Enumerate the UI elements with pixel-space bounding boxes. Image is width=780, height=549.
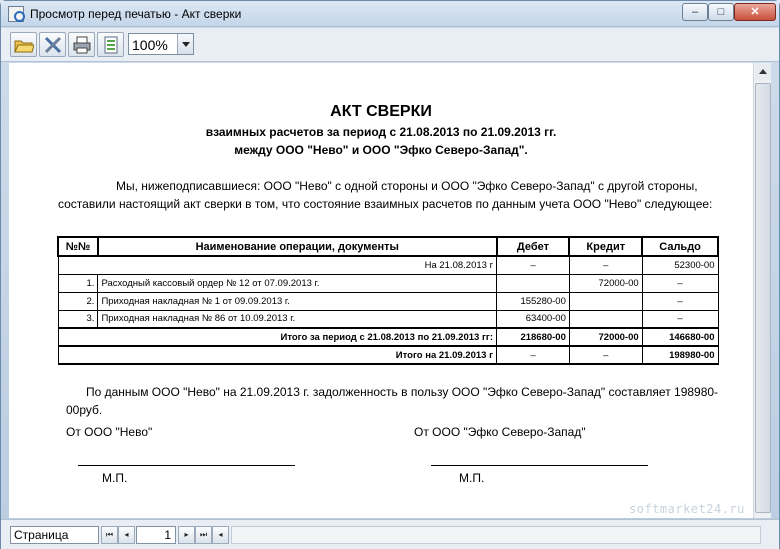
preview-app-icon <box>8 6 25 22</box>
chevron-down-icon[interactable] <box>177 34 193 54</box>
export-icon <box>104 36 118 54</box>
horizontal-scrollbar[interactable] <box>231 526 761 544</box>
signature-line-left <box>78 465 295 466</box>
toolbar: 100% <box>1 28 779 62</box>
signature-line-right <box>431 465 648 466</box>
closing-label: Итого на 21.09.2013 г <box>57 345 498 365</box>
col-header-debit: Дебет <box>495 236 571 257</box>
next-page-button[interactable]: ▸ <box>178 526 195 544</box>
document: АКТ СВЕРКИ взаимных расчетов за период с… <box>9 63 753 518</box>
opening-balance-row: На 21.08.2013 г – – 52300-00 <box>57 255 719 275</box>
closing-debit: – <box>496 345 570 365</box>
maximize-button[interactable]: □ <box>708 3 734 21</box>
preview-page[interactable]: АКТ СВЕРКИ взаимных расчетов за период с… <box>9 63 753 518</box>
zoom-select[interactable]: 100% <box>128 33 194 55</box>
row-balance: – <box>641 273 719 293</box>
printer-icon <box>73 36 91 54</box>
row-operation: Приходная накладная № 86 от 10.09.2013 г… <box>97 309 498 329</box>
stamp-place-left: М.П. <box>102 471 128 485</box>
prev-page-button[interactable]: ◂ <box>118 526 135 544</box>
doc-title: АКТ СВЕРКИ <box>330 103 432 120</box>
first-page-button[interactable]: ⏮ <box>101 526 118 544</box>
col-header-operation: Наименование операции, документы <box>96 236 498 257</box>
row-num: 3. <box>57 309 99 329</box>
period-total-credit: 72000-00 <box>568 327 643 347</box>
stamp-place-right: М.П. <box>459 471 485 485</box>
opening-debit: – <box>496 255 570 275</box>
closing-credit: – <box>568 345 643 365</box>
opening-balance: 52300-00 <box>641 255 719 275</box>
minimize-button[interactable]: – <box>682 3 708 21</box>
scroll-left-button[interactable]: ◂ <box>212 526 229 544</box>
tools-icon <box>44 36 62 54</box>
tools-button[interactable] <box>39 32 66 57</box>
table-header: №№ Наименование операции, документы Дебе… <box>57 236 719 257</box>
scroll-thumb[interactable] <box>755 83 771 513</box>
row-credit: 72000-00 <box>568 273 643 293</box>
row-balance: – <box>641 309 719 329</box>
last-page-button[interactable]: ⏭ <box>195 526 212 544</box>
row-debit <box>496 273 570 293</box>
table-row: 3. Приходная накладная № 86 от 10.09.201… <box>57 309 719 329</box>
close-button[interactable]: ✕ <box>734 3 776 21</box>
col-header-num: №№ <box>57 236 99 257</box>
open-button[interactable] <box>10 32 37 57</box>
doc-intro: Мы, нижеподписавшиеся: ООО "Нево" с одно… <box>58 179 713 211</box>
page-number-input[interactable]: 1 <box>136 526 176 544</box>
opening-credit: – <box>568 255 643 275</box>
period-total-debit: 218680-00 <box>496 327 570 347</box>
reconciliation-table: №№ Наименование операции, документы Дебе… <box>57 236 719 365</box>
table-row: 1. Расходный кассовый ордер № 12 от 07.0… <box>57 273 719 293</box>
row-operation: Приходная накладная № 1 от 09.09.2013 г. <box>97 291 498 311</box>
row-num: 2. <box>57 291 99 311</box>
watermark: softmarket24.ru <box>629 502 745 516</box>
period-total-label: Итого за период с 21.08.2013 по 21.09.20… <box>57 327 498 347</box>
period-total-balance: 146680-00 <box>641 327 719 347</box>
scroll-up-button[interactable] <box>755 64 771 80</box>
period-total-row: Итого за период с 21.08.2013 по 21.09.20… <box>57 327 719 347</box>
row-debit: 63400-00 <box>496 309 570 329</box>
row-num: 1. <box>57 273 99 293</box>
closing-balance: 198980-00 <box>641 345 719 365</box>
opening-label: На 21.08.2013 г <box>57 255 498 275</box>
closing-balance-row: Итого на 21.09.2013 г – – 198980-00 <box>57 345 719 365</box>
row-operation: Расходный кассовый ордер № 12 от 07.09.2… <box>97 273 498 293</box>
row-credit <box>568 291 643 311</box>
zoom-value: 100% <box>132 37 168 53</box>
window-title: Просмотр перед печатью - Акт сверки <box>30 7 242 21</box>
title-bar[interactable]: Просмотр перед печатью - Акт сверки – □ … <box>1 1 779 27</box>
open-folder-icon <box>14 40 34 53</box>
vertical-scrollbar[interactable] <box>753 63 771 518</box>
doc-subtitle-period: взаимных расчетов за период с 21.08.2013… <box>205 125 557 139</box>
page-label: Страница <box>10 526 99 544</box>
status-bar: Страница ⏮ ◂ 1 ▸ ⏭ ◂ <box>1 519 779 549</box>
doc-subtitle-parties: между ООО "Нево" и ООО "Эфко Северо-Запа… <box>234 143 528 157</box>
row-balance: – <box>641 291 719 311</box>
row-credit <box>568 309 643 329</box>
print-preview-window: Просмотр перед печатью - Акт сверки – □ … <box>0 0 780 549</box>
print-button[interactable] <box>68 32 95 57</box>
table-row: 2. Приходная накладная № 1 от 09.09.2013… <box>57 291 719 311</box>
col-header-credit: Кредит <box>568 236 644 257</box>
doc-summary: По данным ООО "Нево" на 21.09.2013 г. за… <box>66 385 719 417</box>
row-debit: 155280-00 <box>496 291 570 311</box>
col-header-balance: Сальдо <box>641 236 719 257</box>
export-button[interactable] <box>97 32 124 57</box>
signatory-left: От ООО "Нево" <box>66 425 153 439</box>
signatory-right: От ООО "Эфко Северо-Запад" <box>414 425 586 439</box>
